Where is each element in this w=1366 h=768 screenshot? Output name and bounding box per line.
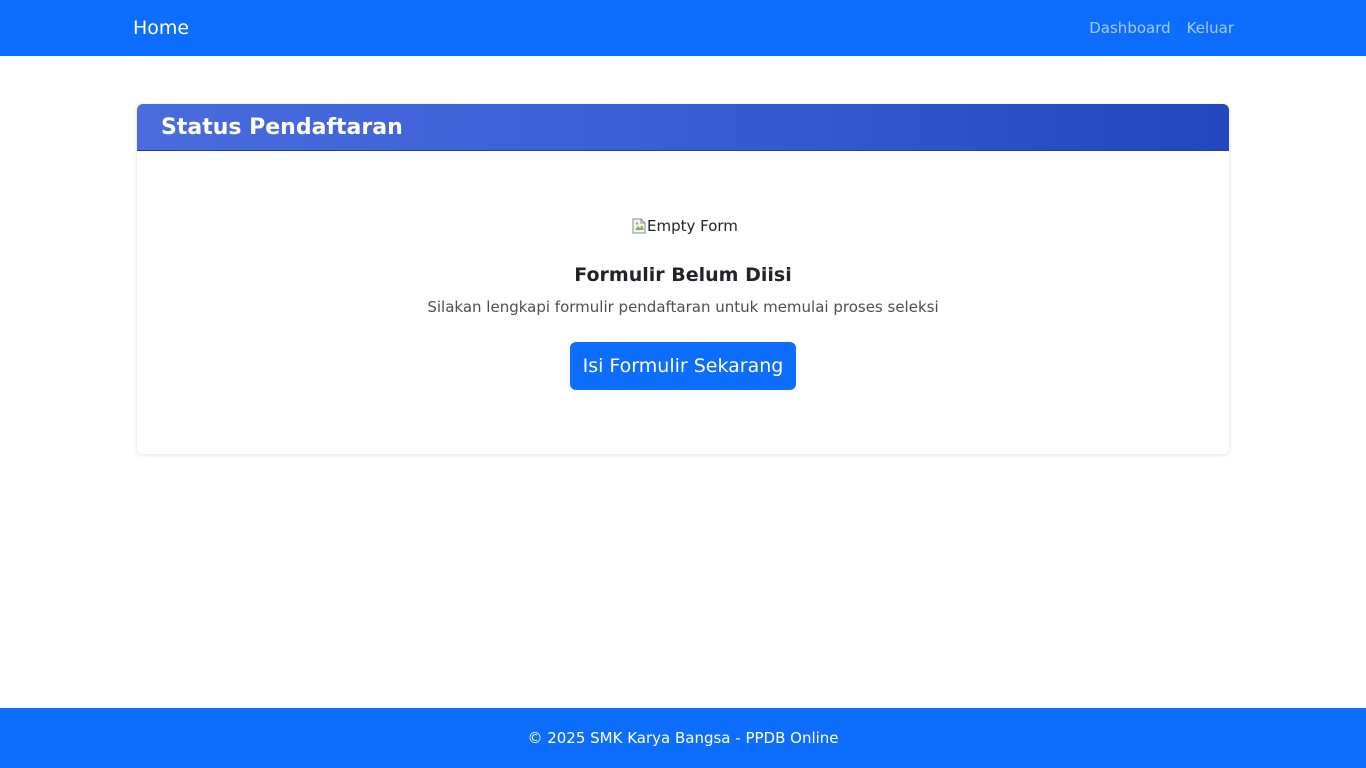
top-navbar: Home Dashboard Keluar — [0, 0, 1366, 56]
empty-form-image: Empty Form — [632, 214, 738, 238]
registration-status-card: Status Pendaftaran Empty Form Formulir B… — [137, 104, 1229, 454]
card-header: Status Pendaftaran — [137, 104, 1229, 151]
empty-state-title: Formulir Belum Diisi — [574, 264, 792, 286]
brand-home-link[interactable]: Home — [133, 16, 189, 40]
footer-copyright: © 2025 SMK Karya Bangsa - PPDB Online — [527, 729, 839, 747]
nav-link-logout[interactable]: Keluar — [1187, 18, 1234, 38]
nav-links: Dashboard Keluar — [1089, 18, 1234, 38]
card-title: Status Pendaftaran — [161, 115, 403, 140]
nav-link-dashboard[interactable]: Dashboard — [1089, 18, 1170, 38]
empty-form-image-alt: Empty Form — [647, 217, 738, 235]
empty-state-description: Silakan lengkapi formulir pendaftaran un… — [427, 298, 939, 316]
fill-form-button[interactable]: Isi Formulir Sekarang — [570, 342, 796, 390]
page-footer: © 2025 SMK Karya Bangsa - PPDB Online — [0, 708, 1366, 768]
broken-image-icon — [632, 218, 646, 234]
